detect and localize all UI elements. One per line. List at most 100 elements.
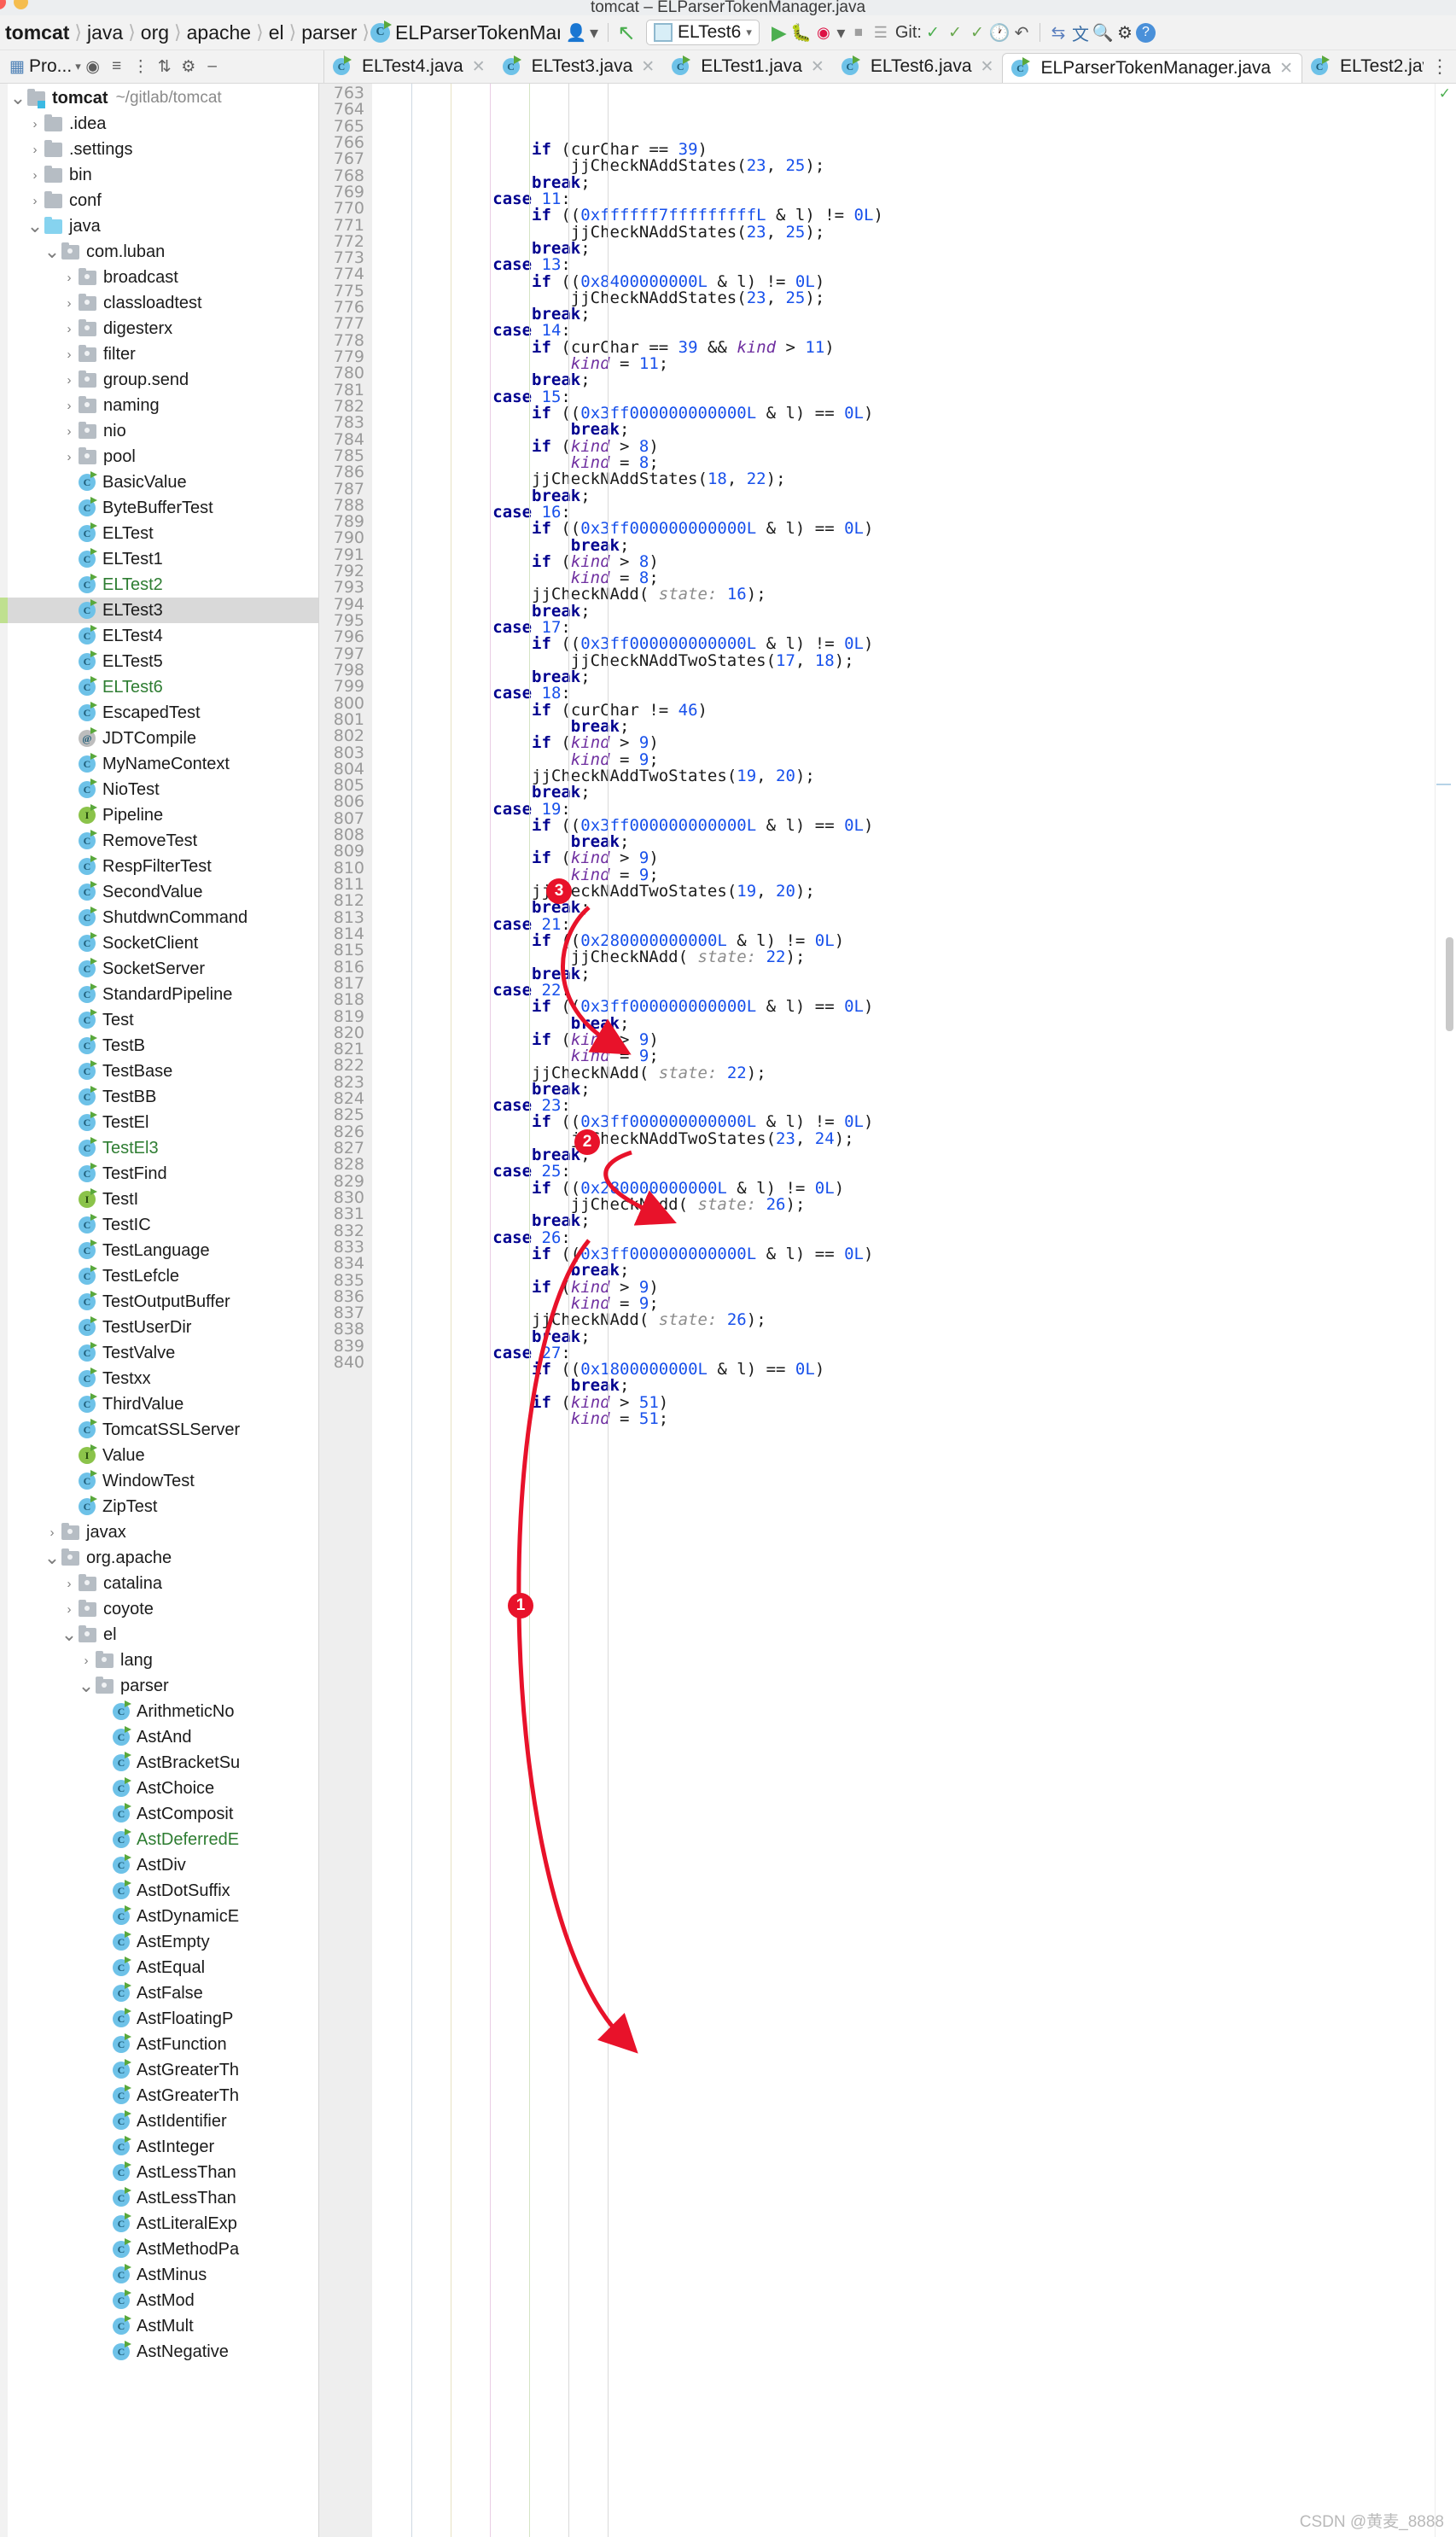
tree-item[interactable]: C ELTest [0, 521, 318, 546]
chevron-right-icon[interactable]: › [60, 373, 79, 388]
tree-item[interactable]: › broadcast [0, 265, 318, 290]
tree-item[interactable]: C AstGreaterTh [0, 2057, 318, 2083]
tree-item[interactable]: C TestEl3 [0, 1135, 318, 1161]
tree-item[interactable]: › javax [0, 1519, 318, 1545]
line-number[interactable]: 835 [319, 1272, 364, 1289]
project-panel-title[interactable]: Pro... [29, 56, 72, 77]
editor-scrollbar-rail[interactable]: ✓ — [1435, 84, 1456, 2537]
tree-item[interactable]: › nio [0, 418, 318, 444]
scope-icon[interactable]: ◉ [81, 55, 105, 79]
close-tab-icon[interactable]: ✕ [811, 57, 824, 77]
line-number[interactable]: 840 [319, 1354, 364, 1371]
line-number[interactable]: 802 [319, 727, 364, 744]
tree-item[interactable]: › conf [0, 188, 318, 213]
tree-item[interactable]: C ELTest2 [0, 572, 318, 598]
tree-item[interactable]: C AstLessThan [0, 2160, 318, 2185]
tree-item[interactable]: › filter [0, 341, 318, 367]
tree-item[interactable]: C BasicValue [0, 469, 318, 495]
close-tab-icon[interactable]: ✕ [981, 57, 994, 77]
tree-item[interactable]: C SocketServer [0, 956, 318, 982]
line-number[interactable]: 786 [319, 464, 364, 481]
update-icon[interactable]: ✓ [922, 21, 944, 44]
tree-item[interactable]: C ByteBufferTest [0, 495, 318, 521]
tree-item[interactable]: C ShutdwnCommand [0, 905, 318, 930]
project-tree[interactable]: ⌄ tomcat ~/gitlab/tomcat › .idea › .settings › b… [0, 84, 319, 2537]
tree-item[interactable]: @ JDTCompile [0, 726, 318, 751]
line-number[interactable]: 777 [319, 316, 364, 333]
tree-item[interactable]: C ELTest6 [0, 674, 318, 700]
tree-item[interactable]: C TestB [0, 1033, 318, 1059]
tree-item[interactable]: C AstDynamicE [0, 1904, 318, 1929]
tree-item[interactable]: › pool [0, 444, 318, 469]
tree-item[interactable]: › bin [0, 162, 318, 188]
line-number[interactable]: 793 [319, 580, 364, 597]
line-number[interactable]: 799 [319, 678, 364, 695]
tree-item[interactable]: C AstDiv [0, 1852, 318, 1878]
line-number[interactable]: 780 [319, 365, 364, 382]
breadcrumb-item-1[interactable]: java [83, 21, 127, 44]
line-number[interactable]: 768 [319, 167, 364, 184]
chevron-right-icon[interactable]: › [26, 117, 44, 131]
tree-item[interactable]: C TestBase [0, 1059, 318, 1084]
tree-item[interactable]: C AstInteger [0, 2134, 318, 2160]
tree-item[interactable]: C AstMult [0, 2313, 318, 2339]
gear-icon[interactable]: ⚙ [177, 55, 201, 79]
tree-item[interactable]: C TestLanguage [0, 1238, 318, 1263]
editor-tab[interactable]: CELTest2.java✕ [1302, 50, 1424, 83]
line-number[interactable]: 832 [319, 1222, 364, 1239]
tree-item[interactable]: C AstLiteralExp [0, 2211, 318, 2237]
chevron-down-icon[interactable]: ⌄ [26, 217, 44, 236]
tree-item[interactable]: C TestLefcle [0, 1263, 318, 1289]
tree-item[interactable]: › lang [0, 1648, 318, 1673]
chevron-down-icon[interactable]: ⌄ [43, 1548, 61, 1567]
close-tab-icon[interactable]: ✕ [641, 57, 655, 77]
tree-item[interactable]: C NioTest [0, 777, 318, 802]
tree-item[interactable]: C RemoveTest [0, 828, 318, 854]
line-number[interactable]: 834 [319, 1255, 364, 1272]
chevron-right-icon[interactable]: › [26, 143, 44, 157]
translate-icon[interactable]: 文 [1069, 21, 1092, 44]
editor-tab[interactable]: C ELParserTokenManager.java ✕ [1002, 53, 1303, 83]
history-icon[interactable]: 🕐 [988, 21, 1010, 44]
branch-icon[interactable]: ⇆ [1047, 21, 1069, 44]
line-number[interactable]: 803 [319, 744, 364, 761]
tree-item[interactable]: C AstIdentifier [0, 2108, 318, 2134]
tree-item[interactable]: I Pipeline [0, 802, 318, 828]
tree-item[interactable]: C AstDeferredE [0, 1827, 318, 1852]
tree-item[interactable]: ⌄ com.luban [0, 239, 318, 265]
close-tab-icon[interactable]: ✕ [1279, 59, 1293, 79]
breadcrumb-item-0[interactable]: tomcat [5, 21, 73, 44]
tree-item[interactable]: C AstLessThan [0, 2185, 318, 2211]
gear-icon[interactable]: ⚙ [1114, 21, 1136, 44]
line-number[interactable]: 767 [319, 150, 364, 167]
chevron-right-icon[interactable]: › [60, 347, 79, 362]
tree-item[interactable]: C ELTest4 [0, 623, 318, 649]
chevron-right-icon[interactable]: › [77, 1653, 96, 1668]
push-icon[interactable]: ✓ [966, 21, 988, 44]
line-number[interactable]: 806 [319, 794, 364, 811]
tree-item[interactable]: ⌄ org.apache [0, 1545, 318, 1571]
tree-item[interactable]: C TestFind [0, 1161, 318, 1187]
user-icon[interactable]: 👤 [565, 21, 587, 44]
tree-item[interactable]: C ELTest3 [0, 598, 318, 623]
chevron-down-icon[interactable]: ▾ [746, 26, 752, 39]
breadcrumb-item-2[interactable]: org [137, 21, 173, 44]
collapse-icon[interactable]: ≡ [105, 55, 129, 79]
back-arrow-icon[interactable]: ↖ [615, 20, 638, 45]
scrollbar-thumb[interactable] [1446, 937, 1453, 1031]
breadcrumb-item-5[interactable]: parser [297, 21, 361, 44]
editor-tab[interactable]: C ELTest4.java ✕ [324, 50, 494, 83]
tree-item[interactable]: C AstEqual [0, 1955, 318, 1980]
breadcrumb-item-6[interactable]: ELParserTokenManager [395, 21, 560, 44]
line-number[interactable]: 783 [319, 414, 364, 431]
tree-item[interactable]: C AstEmpty [0, 1929, 318, 1955]
chevron-right-icon[interactable]: › [60, 1577, 79, 1591]
chevron-down-icon[interactable]: ⌄ [9, 89, 27, 108]
tree-item[interactable]: › naming [0, 393, 318, 418]
coverage-icon[interactable]: ◉ [812, 21, 835, 44]
line-number[interactable]: 771 [319, 217, 364, 234]
tree-item[interactable]: C AstFunction [0, 2032, 318, 2057]
line-number-gutter[interactable]: 763 764 765 766 767 768 769 770 771 772 773 774 775 7… [319, 84, 372, 2537]
expand-collapse-icon[interactable]: ⇅ [153, 55, 177, 79]
tree-item[interactable]: C AstDotSuffix [0, 1878, 318, 1904]
